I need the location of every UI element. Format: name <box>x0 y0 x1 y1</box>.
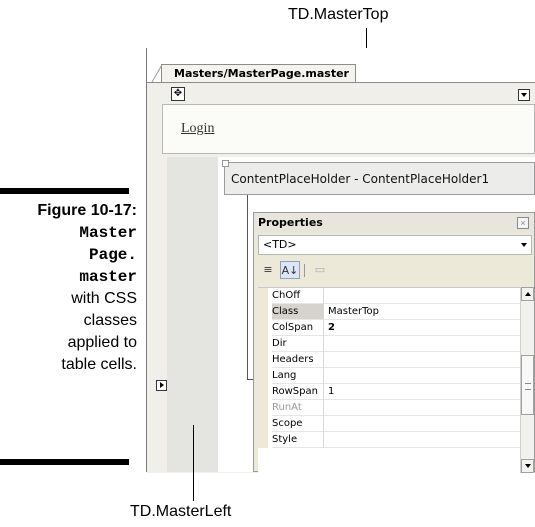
caption-text-line-2: classes <box>83 312 137 329</box>
figure-caption: Figure 10-17: Master Page. master with C… <box>0 200 137 376</box>
figure-label: Figure 10-17: <box>37 202 137 219</box>
scroll-up-icon[interactable] <box>521 287 534 301</box>
object-selector[interactable]: <TD> <box>258 235 532 255</box>
property-name: Lang <box>272 368 324 384</box>
login-link[interactable]: Login <box>181 121 214 137</box>
categorized-icon[interactable]: ≡ <box>258 261 278 279</box>
property-value[interactable] <box>324 288 520 304</box>
property-name: Headers <box>272 352 324 368</box>
property-value[interactable] <box>324 432 520 448</box>
property-row[interactable]: RunAt <box>258 400 520 416</box>
caption-text-line-4: table cells. <box>61 356 137 373</box>
callout-master-left-leader <box>193 425 194 501</box>
property-row[interactable]: Lang <box>258 368 520 384</box>
tab-masterpage[interactable]: Masters/MasterPage.master <box>161 64 356 83</box>
property-row[interactable]: Headers <box>258 352 520 368</box>
caption-text-line-3: applied to <box>67 334 137 351</box>
callout-master-top-label: TD.MasterTop <box>288 6 389 23</box>
master-top-cell[interactable] <box>162 104 535 154</box>
properties-title: Properties <box>254 213 534 233</box>
property-row[interactable]: Dir <box>258 336 520 352</box>
property-value[interactable]: 1 <box>324 384 520 400</box>
property-name: RunAt <box>272 400 324 416</box>
caption-mono-line-2: Page. <box>88 246 137 264</box>
property-name: RowSpan <box>272 384 324 400</box>
toolbar-separator <box>304 264 305 277</box>
close-icon[interactable]: × <box>517 217 529 229</box>
scroll-thumb[interactable] <box>521 355 534 415</box>
property-grid: ChOff Class MasterTop ColSpan 2 Dir Head… <box>258 287 520 474</box>
smart-tag-chevron-icon[interactable] <box>518 89 530 101</box>
move-handle-icon[interactable]: ✥ <box>171 87 185 101</box>
property-name: Scope <box>272 416 324 432</box>
property-value[interactable]: 2 <box>324 320 520 336</box>
property-value[interactable] <box>324 352 520 368</box>
property-value[interactable]: MasterTop <box>324 304 520 320</box>
caption-mono-line-1: Master <box>79 224 137 242</box>
caption-bottom-rule <box>0 459 129 465</box>
property-value[interactable] <box>324 416 520 432</box>
property-name: Style <box>272 432 324 448</box>
content-placeholder-header[interactable]: ContentPlaceHolder - ContentPlaceHolder1 <box>224 162 535 195</box>
property-row[interactable]: Style <box>258 432 520 448</box>
caption-mono-line-3: master <box>79 268 137 286</box>
property-name: Class <box>272 304 324 320</box>
property-value[interactable] <box>324 336 520 352</box>
properties-toolbar: ≡ A↓ ▭ <box>254 259 534 283</box>
property-name: ChOff <box>272 288 324 304</box>
property-row[interactable]: ChOff <box>258 288 520 304</box>
property-grid-scrollbar[interactable] <box>520 287 534 473</box>
property-row[interactable]: RowSpan 1 <box>258 384 520 400</box>
placeholder-marker-icon <box>222 160 229 167</box>
property-row[interactable]: Scope <box>258 416 520 432</box>
alphabetical-sort-icon[interactable]: A↓ <box>280 261 300 279</box>
property-name: ColSpan <box>272 320 324 336</box>
caption-text-line-1: with CSS <box>71 290 137 307</box>
object-selector-value: <TD> <box>263 238 297 251</box>
chevron-down-icon[interactable] <box>521 243 527 247</box>
property-name: Dir <box>272 336 324 352</box>
content-placeholder-border <box>247 195 248 380</box>
property-row-selected[interactable]: Class MasterTop <box>258 304 520 320</box>
scroll-down-icon[interactable] <box>521 459 534 473</box>
property-value[interactable] <box>324 368 520 384</box>
property-value[interactable] <box>324 400 520 416</box>
property-row[interactable]: ColSpan 2 <box>258 320 520 336</box>
expand-arrow-icon[interactable] <box>156 380 167 391</box>
caption-top-rule <box>0 188 129 194</box>
property-pages-icon[interactable]: ▭ <box>310 261 330 279</box>
properties-pane: Properties × <TD> ≡ A↓ ▭ ChOff Class Mas… <box>253 212 535 474</box>
callout-master-left-label: TD.MasterLeft <box>130 503 232 520</box>
